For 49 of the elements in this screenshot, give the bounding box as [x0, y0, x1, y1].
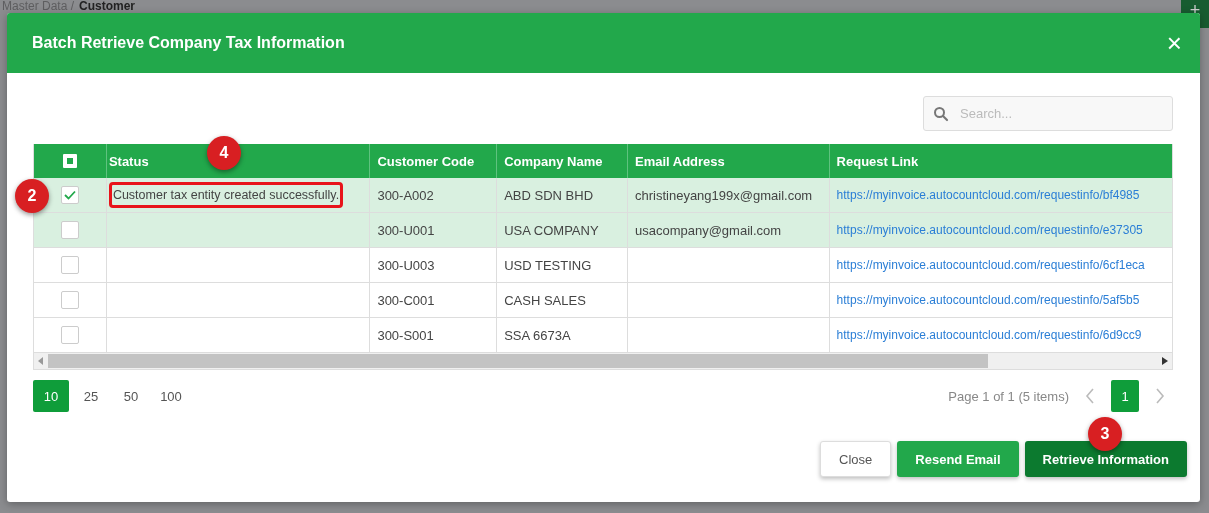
column-header[interactable]: Request Link: [829, 144, 1172, 178]
scroll-right-icon[interactable]: [1162, 357, 1168, 365]
table-cell: SSA 6673A: [504, 327, 571, 343]
page-title: Customer: [79, 0, 136, 13]
dialog-title: Batch Retrieve Company Tax Information: [32, 34, 345, 52]
select-all-checkbox[interactable]: [62, 154, 77, 168]
table-cell: usacompany@gmail.com: [634, 222, 782, 238]
close-button[interactable]: ×: [1166, 30, 1182, 56]
page-size-option[interactable]: 10: [33, 380, 69, 412]
next-page-icon[interactable]: [1155, 388, 1165, 404]
search-field[interactable]: Search...: [923, 96, 1173, 131]
request-link[interactable]: https://myinvoice.autocountcloud.com/requestinfo/5af5b5: [836, 293, 1140, 307]
scroll-left-icon[interactable]: [38, 357, 44, 365]
row-checkbox[interactable]: [60, 221, 79, 239]
pager-info: Page 1 of 1 (5 items): [948, 388, 1069, 404]
previous-page-icon[interactable]: [1085, 388, 1095, 404]
page-size-option[interactable]: 50: [113, 380, 149, 412]
page-size-option[interactable]: 100: [153, 380, 189, 412]
table-row[interactable]: 300-S001 SSA 6673A https://myinvoice.autocountcloud.com/requestinfo/6d9cc9: [34, 318, 1172, 353]
row-checkbox[interactable]: [60, 291, 79, 309]
action-button[interactable]: Retrieve Information: [1024, 441, 1187, 477]
horizontal-scrollbar[interactable]: [34, 353, 1172, 369]
row-checkbox[interactable]: [60, 256, 79, 274]
page-size-option[interactable]: 25: [73, 380, 109, 412]
request-link[interactable]: https://myinvoice.autocountcloud.com/requestinfo/6cf1eca: [836, 258, 1145, 272]
row-checkbox[interactable]: [60, 186, 79, 204]
row-checkbox[interactable]: [60, 326, 79, 344]
search-icon: [933, 106, 949, 122]
action-button[interactable]: Resend Email: [897, 441, 1019, 477]
table-cell: 300-C001: [377, 292, 435, 308]
table-row[interactable]: 300-C001 CASH SALES https://myinvoice.autocountcloud.com/requestinfo/5af5b5: [34, 283, 1172, 318]
table-cell: CASH SALES: [504, 292, 586, 308]
request-link[interactable]: https://myinvoice.autocountcloud.com/requestinfo/bf4985: [836, 188, 1140, 202]
table-row[interactable]: 300-U003 USD TESTING https://myinvoice.autocountcloud.com/requestinfo/6cf1eca: [34, 248, 1172, 283]
checkmark-icon: [63, 190, 76, 200]
table-row[interactable]: 300-U001 USA COMPANY usacompany@gmail.com https://myinvoice.autocountcloud.com/requestinfo/e37305: [34, 213, 1172, 248]
table-cell: christineyang199x@gmail.com: [634, 187, 813, 203]
table-cell: USD TESTING: [504, 257, 592, 273]
status-text: Customer tax entity created successfully.: [112, 188, 340, 202]
action-button[interactable]: Close: [820, 441, 892, 477]
page-number-button[interactable]: 1: [1111, 380, 1139, 412]
table-cell: ABD SDN BHD: [504, 187, 594, 203]
table-cell: 300-U003: [377, 257, 435, 273]
table-cell: 300-U001: [377, 222, 435, 238]
table-cell: USA COMPANY: [504, 222, 599, 238]
request-link[interactable]: https://myinvoice.autocountcloud.com/requestinfo/6d9cc9: [836, 328, 1142, 342]
table-cell: 300-A002: [377, 187, 434, 203]
table-cell: 300-S001: [377, 327, 434, 343]
request-link[interactable]: https://myinvoice.autocountcloud.com/requestinfo/e37305: [836, 223, 1143, 237]
